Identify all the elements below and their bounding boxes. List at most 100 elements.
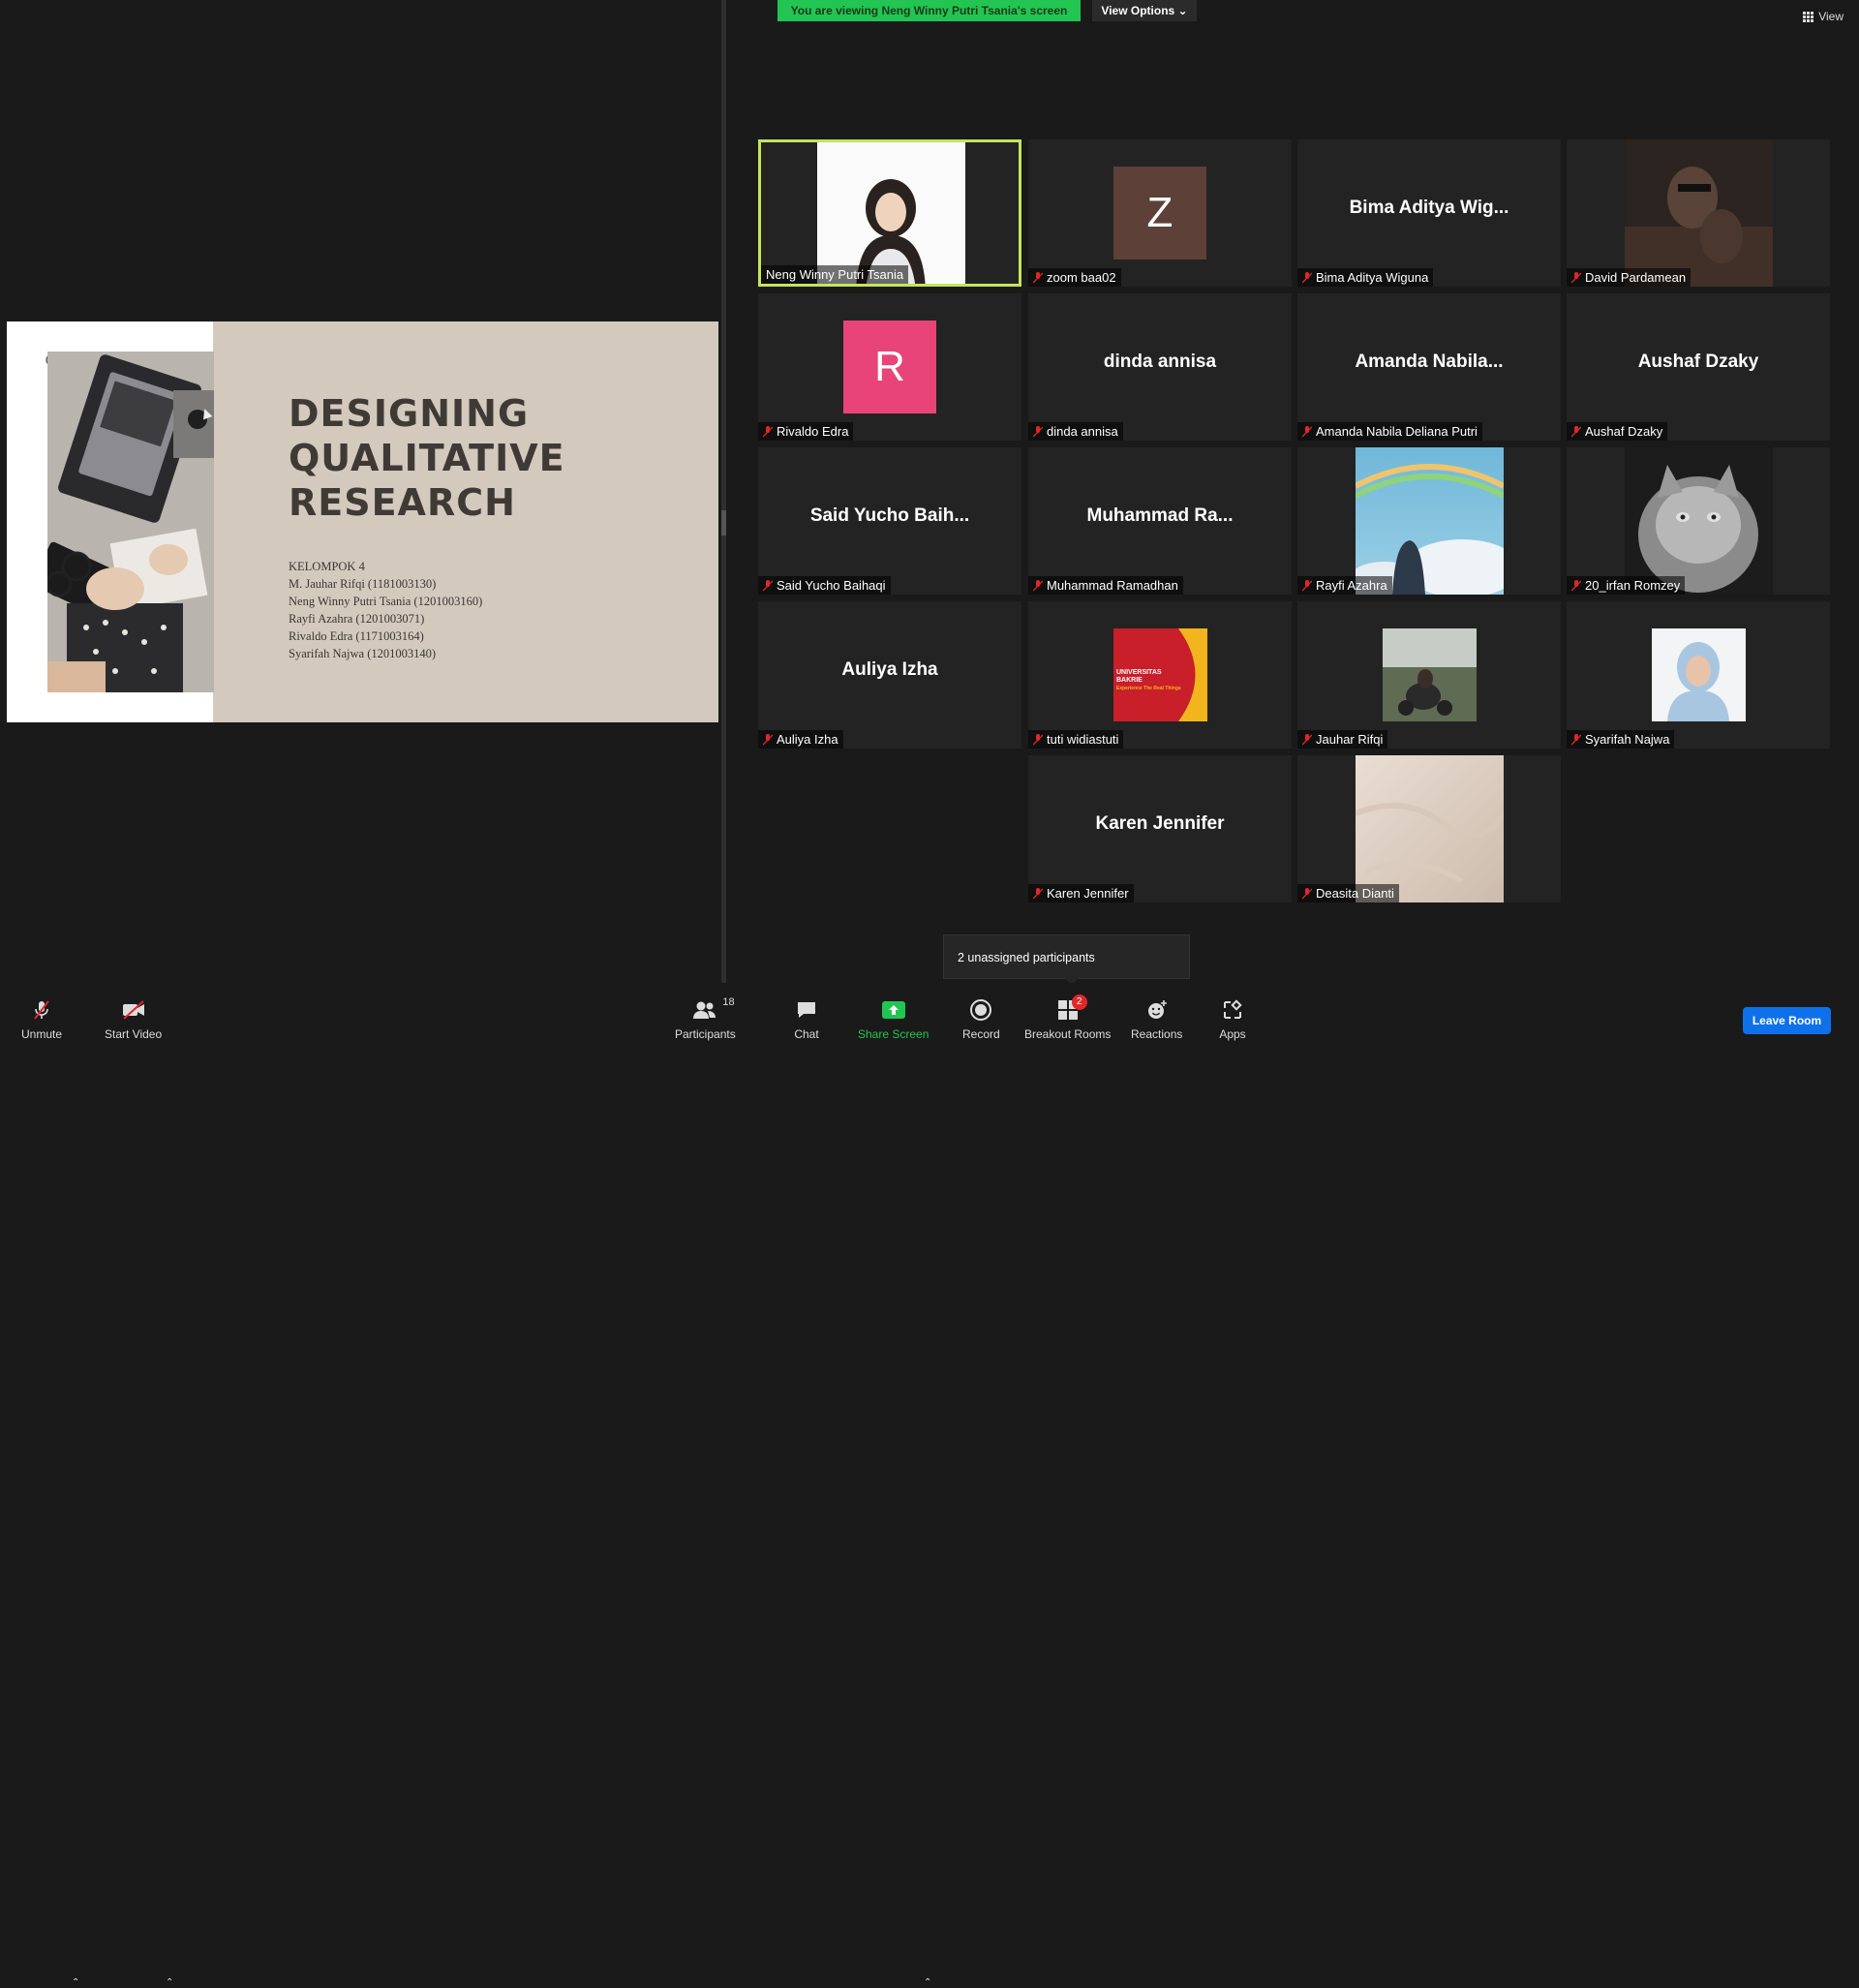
participant-tile[interactable]: UNIVERSITAS BAKRIE Experience The Real Thi… [1028,601,1292,749]
participant-tile[interactable]: Jauhar Rifqi [1297,601,1561,749]
microphone-muted-icon [26,998,57,1022]
slide-desk-photo [47,352,214,692]
video-off-icon [118,998,149,1022]
slide-member: Rivaldo Edra (1171003164) [289,629,424,643]
participant-name: Syarifah Najwa [1585,732,1670,747]
muted-microphone-icon [1571,733,1581,745]
participant-tile[interactable]: Deasita Dianti [1297,755,1561,902]
muted-microphone-icon [1033,733,1043,745]
record-button[interactable]: Record [962,998,1000,1041]
muted-microphone-icon [763,579,773,591]
muted-microphone-icon [1571,425,1581,437]
participant-avatar: Z [1113,167,1206,260]
participant-name-label: dinda annisa [1028,422,1123,441]
participant-display-name: Bima Aditya Wig... [1349,198,1509,218]
participant-video [1383,628,1477,721]
participant-name-label: Aushaf Dzaky [1567,422,1668,441]
participant-name: Muhammad Ramadhan [1047,578,1178,593]
logo-line: BAKRIE [1116,677,1143,684]
split-divider-handle[interactable] [721,510,726,535]
participant-tile[interactable]: Syarifah Najwa [1567,601,1830,749]
muted-microphone-icon [1302,887,1312,899]
participant-tile[interactable]: Auliya Izha Auliya Izha [758,601,1021,749]
muted-microphone-icon [763,733,773,745]
split-divider[interactable] [721,0,726,983]
participant-tile[interactable]: Amanda Nabila... Amanda Nabila Deliana Pu… [1297,293,1561,441]
muted-microphone-icon [1033,425,1043,437]
participant-name-label: Karen Jennifer [1028,884,1134,902]
muted-microphone-icon [1033,271,1043,283]
viewing-screen-banner: You are viewing Neng Winny Putri Tsania'… [777,0,1081,21]
breakout-rooms-label: Breakout Rooms [1024,1027,1112,1041]
apps-icon [1217,998,1248,1022]
university-logo-text: UNIVERSITAS BAKRIE Experience The Real Thi… [1116,669,1181,692]
logo-line: Experience The Real Things [1116,686,1181,691]
participant-name-label: tuti widiastuti [1028,730,1124,749]
participant-name: Amanda Nabila Deliana Putri [1316,424,1478,439]
participant-tile[interactable]: 20_irfan Romzey [1567,447,1830,595]
participant-name-label: Deasita Dianti [1297,884,1399,902]
view-button[interactable]: View [1803,10,1844,23]
participant-name: David Pardamean [1585,270,1687,285]
muted-microphone-icon [1571,579,1581,591]
participant-tile[interactable]: dinda annisa dinda annisa [1028,293,1292,441]
participant-name: Neng Winny Putri Tsania [766,267,904,282]
participant-name: Said Yucho Baihaqi [777,578,886,593]
share-options-caret-icon[interactable]: ⌃ [924,1977,931,1988]
unmute-label: Unmute [21,1027,63,1041]
video-options-caret-icon[interactable]: ⌃ [166,1977,173,1988]
participants-count: 18 [722,996,735,1008]
reactions-button[interactable]: Reactions [1131,998,1182,1041]
muted-microphone-icon [1302,733,1312,745]
participant-display-name: dinda annisa [1103,352,1217,372]
participant-video [1652,628,1746,721]
participant-name: tuti widiastuti [1047,732,1119,747]
participant-name-label: Amanda Nabila Deliana Putri [1297,422,1482,441]
record-label: Record [962,1027,1000,1041]
participant-tile[interactable]: Karen Jennifer Karen Jennifer [1028,755,1292,902]
slide-group-info: KELOMPOK 4 M. Jauhar Rifqi (1181003130) … [289,558,482,662]
participant-tile[interactable]: R Rivaldo Edra [758,293,1021,441]
participant-tile[interactable]: Muhammad Ra... Muhammad Ramadhan [1028,447,1292,595]
muted-microphone-icon [1033,579,1043,591]
unmute-button[interactable]: Unmute [21,998,62,1041]
participant-name-label: Bima Aditya Wiguna [1297,268,1434,287]
participant-video [1625,447,1773,595]
participant-tile[interactable]: Aushaf Dzaky Aushaf Dzaky [1567,293,1830,441]
logo-line: UNIVERSITAS [1116,669,1162,676]
participant-tile[interactable]: Rayfi Azahra [1297,447,1561,595]
participants-button[interactable]: 18 Participants [675,996,736,1041]
participant-tile[interactable]: Bima Aditya Wig... Bima Aditya Wiguna [1297,139,1561,287]
participant-video [1356,447,1504,595]
participant-name: Rayfi Azahra [1316,578,1387,593]
participant-name-label: Syarifah Najwa [1567,730,1675,749]
share-screen-button[interactable]: Share Screen [858,998,929,1041]
start-video-button[interactable]: Start Video [105,998,162,1041]
slide-member: M. Jauhar Rifqi (1181003130) [289,577,437,591]
participant-name-label: David Pardamean [1567,268,1691,287]
view-options-button[interactable]: View Options ⌄ [1092,0,1197,21]
participant-tile[interactable]: Said Yucho Baih... Said Yucho Baihaqi [758,447,1021,595]
slide-title-line: DESIGNING [289,392,530,435]
participant-tile[interactable]: David Pardamean [1567,139,1830,287]
leave-room-button[interactable]: Leave Room [1743,1007,1831,1034]
participant-name-label: Neng Winny Putri Tsania [761,265,909,284]
unassigned-participants-tooltip: 2 unassigned participants [943,934,1190,986]
slide-member: Rayfi Azahra (1201003071) [289,612,425,626]
slide-member: Syarifah Najwa (1201003140) [289,647,437,660]
participant-name-label: Rivaldo Edra [758,422,854,441]
participant-avatar: R [843,321,936,413]
breakout-rooms-button[interactable]: 2 Breakout Rooms [1024,994,1112,1041]
participant-name-label: Jauhar Rifqi [1297,730,1388,749]
participant-name-label: zoom baa02 [1028,268,1121,287]
chat-button[interactable]: Chat [791,998,822,1041]
apps-label: Apps [1219,1027,1246,1041]
participant-tile[interactable]: Zzoom baa02 [1028,139,1292,287]
audio-options-caret-icon[interactable]: ⌃ [72,1977,79,1988]
slide-member: Neng Winny Putri Tsania (1201003160) [289,595,483,608]
grid-view-icon [1803,11,1814,22]
apps-button[interactable]: Apps [1217,998,1248,1041]
share-screen-label: Share Screen [858,1027,930,1041]
slide-title: DESIGNING QUALITATIVE RESEARCH [289,391,565,525]
participant-tile[interactable]: Neng Winny Putri Tsania [758,139,1021,287]
